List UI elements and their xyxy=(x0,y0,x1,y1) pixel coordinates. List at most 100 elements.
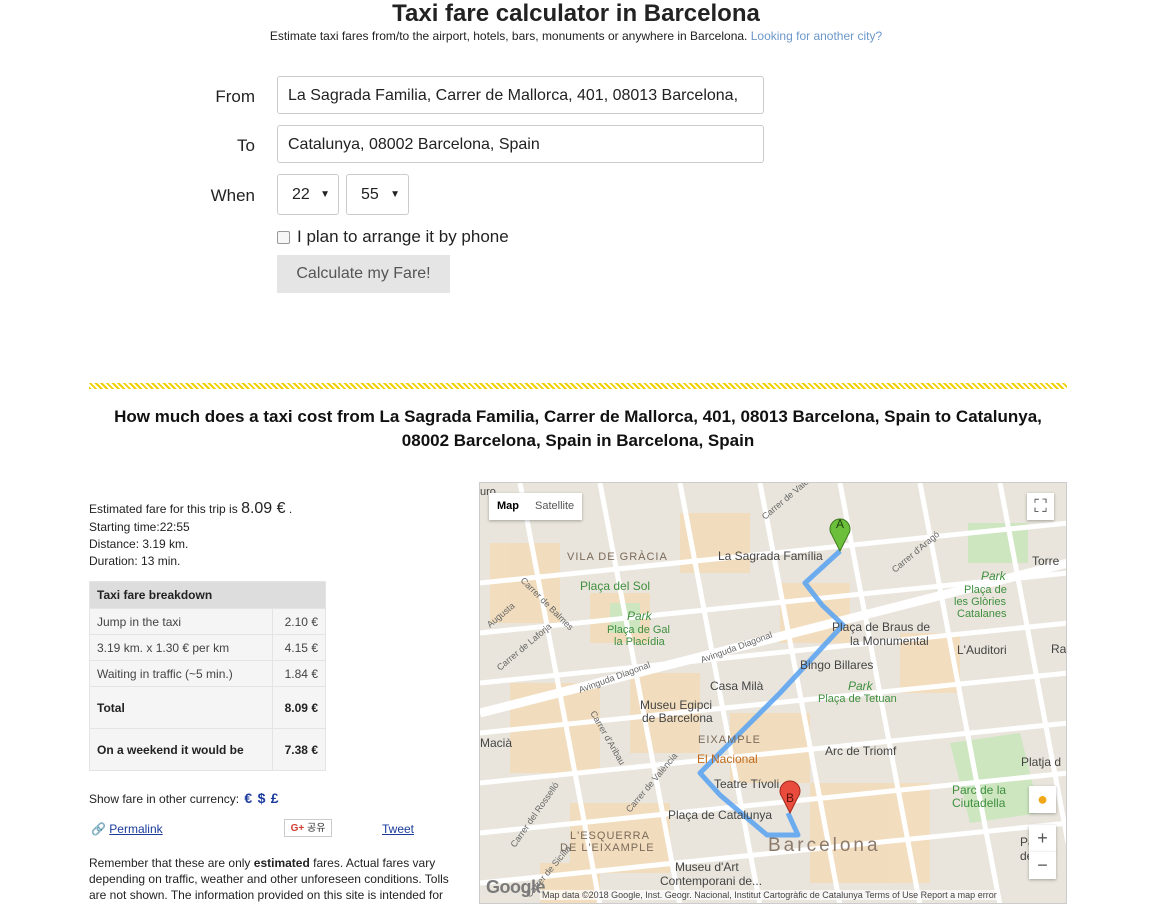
weekend-value: 7.38 € xyxy=(272,728,326,771)
map-label: Museu d'Art xyxy=(675,860,739,874)
total-value: 8.09 € xyxy=(272,686,326,729)
permalink-link[interactable]: Permalink xyxy=(109,822,162,836)
map-label: Parc de la xyxy=(952,783,1006,797)
map-label: les Glòries xyxy=(954,596,1006,608)
svg-text:A: A xyxy=(836,517,844,531)
map-type-control: Map Satellite xyxy=(489,493,583,520)
satellite-tab[interactable]: Satellite xyxy=(527,493,582,520)
from-label: From xyxy=(215,87,255,106)
row-value: 4.15 € xyxy=(272,634,326,661)
fullscreen-icon[interactable]: ⛶ xyxy=(1027,493,1054,520)
page-title: Taxi fare calculator in Barcelona xyxy=(392,0,760,27)
disclaimer: Remember that these are only estimated f… xyxy=(89,855,461,903)
disclaimer-text: Remember that these are only xyxy=(89,856,251,870)
currency-pound-link[interactable]: £ xyxy=(271,790,279,806)
weekend-label: On a weekend it would be xyxy=(89,728,273,771)
map-label: Casa Milà xyxy=(710,679,764,693)
table-row: Total 8.09 € xyxy=(89,686,326,729)
map-tab[interactable]: Map xyxy=(489,493,527,520)
map-label: Platja d xyxy=(1021,755,1061,769)
map-label: Park xyxy=(627,609,653,623)
map-label: DE L'EIXAMPLE xyxy=(560,842,655,854)
phone-option[interactable]: I plan to arrange it by phone xyxy=(277,227,509,247)
phone-checkbox[interactable] xyxy=(277,231,290,245)
chevron-down-icon: ▼ xyxy=(390,189,400,200)
map-attribution: Map data ©2018 Google, Inst. Geogr. Naci… xyxy=(540,890,999,900)
hour-select[interactable]: 22 ▼ xyxy=(277,174,339,215)
distance: Distance: 3.19 km. xyxy=(89,537,189,551)
divider xyxy=(89,383,1067,389)
link-icon: 🔗 xyxy=(91,822,106,836)
duration: Duration: 13 min. xyxy=(89,554,181,568)
start-time: Starting time:22:55 xyxy=(89,520,190,534)
to-label: To xyxy=(237,136,255,155)
map-label: Torre xyxy=(1032,554,1060,568)
subtitle-text: Estimate taxi fares from/to the airport,… xyxy=(269,29,748,43)
row-label: 3.19 km. x 1.30 € per km xyxy=(89,634,273,661)
zoom-in-icon[interactable]: + xyxy=(1029,825,1056,852)
currency-switcher: Show fare in other currency: € $ £ xyxy=(89,790,279,806)
map-label: Arc de Triomf xyxy=(825,744,897,758)
row-label: Jump in the taxi xyxy=(89,608,273,635)
map-label: la Monumental xyxy=(850,634,929,648)
map-label: Plaça de xyxy=(964,584,1007,596)
map-label: Park xyxy=(981,569,1007,583)
map-label: Plaça de Catalunya xyxy=(668,808,772,822)
map-label: L'Auditori xyxy=(957,643,1007,657)
map-label: Plaça de Tetuan xyxy=(818,693,897,705)
table-row: Jump in the taxi 2.10 € xyxy=(89,608,326,635)
page-subtitle: Estimate taxi fares from/to the airport,… xyxy=(0,29,1152,43)
result-title: How much does a taxi cost from La Sagrad… xyxy=(114,407,1042,450)
map-label: Catalanes xyxy=(957,608,1007,620)
disclaimer-bold: estimated xyxy=(253,856,310,870)
map-label: Plaça de Gal xyxy=(607,624,670,636)
phone-checkbox-label: I plan to arrange it by phone xyxy=(297,227,509,246)
another-city-link[interactable]: Looking for another city? xyxy=(751,29,882,43)
table-row: 3.19 km. x 1.30 € per km 4.15 € xyxy=(89,634,326,661)
minute-value: 55 xyxy=(361,186,379,203)
zoom-out-icon[interactable]: − xyxy=(1029,852,1056,879)
chevron-down-icon: ▼ xyxy=(320,189,330,200)
map-label: L'ESQUERRA xyxy=(570,830,650,842)
calculate-fare-button[interactable]: Calculate my Fare! xyxy=(277,255,450,293)
fare-breakdown-table: Taxi fare breakdown Jump in the taxi 2.10… xyxy=(89,581,326,771)
route-map[interactable]: A B VILA DE GRÀCIA La Sagrada Família Pl… xyxy=(479,482,1067,904)
map-label: EIXAMPLE xyxy=(698,734,761,746)
map-label: Park xyxy=(848,679,874,693)
row-value: 1.84 € xyxy=(272,660,326,687)
google-share-label: 공유 xyxy=(307,823,326,834)
permalink[interactable]: 🔗 Permalink xyxy=(91,822,163,836)
currency-dollar-link[interactable]: $ xyxy=(258,790,266,806)
pegman-icon[interactable]: ● xyxy=(1029,786,1056,813)
google-plus-icon: G+ xyxy=(290,823,305,834)
fare-summary: Estimated fare for this trip is 8.09 € . xyxy=(89,500,292,518)
fare-value: 8.09 € xyxy=(241,500,286,517)
tweet-link[interactable]: Tweet xyxy=(382,822,414,836)
map-canvas[interactable]: A B VILA DE GRÀCIA La Sagrada Família Pl… xyxy=(480,483,1067,904)
row-label: Waiting in traffic (~5 min.) xyxy=(89,660,273,687)
map-label: Macià xyxy=(480,736,512,750)
map-label: Contemporani de... xyxy=(660,874,762,888)
map-label: de Barcelona xyxy=(642,711,713,725)
when-label: When xyxy=(210,186,255,205)
map-label: Plaça del Sol xyxy=(580,579,650,593)
from-input[interactable]: La Sagrada Familia, Carrer de Mallorca, … xyxy=(277,76,764,114)
google-share-button[interactable]: G+ 공유 xyxy=(284,819,332,837)
map-label: Teatre Tívoli xyxy=(714,777,779,791)
currency-euro-link[interactable]: € xyxy=(244,790,252,806)
map-label: Ra xyxy=(1051,642,1067,656)
fare-suffix: . xyxy=(288,502,293,516)
svg-text:B: B xyxy=(786,791,794,805)
hour-value: 22 xyxy=(292,186,310,203)
to-input[interactable]: Catalunya, 08002 Barcelona, Spain xyxy=(277,125,764,163)
map-label: la Placídia xyxy=(614,636,666,648)
map-label: Plaça de Braus de xyxy=(832,620,930,634)
map-label: Museu Egipci xyxy=(640,698,712,712)
google-logo: Google xyxy=(486,877,546,897)
currency-label: Show fare in other currency: xyxy=(89,792,240,806)
map-label: El Nacional xyxy=(697,752,758,766)
minute-select[interactable]: 55 ▼ xyxy=(346,174,409,215)
total-label: Total xyxy=(89,686,273,729)
map-label: La Sagrada Família xyxy=(718,549,823,563)
table-row: On a weekend it would be 7.38 € xyxy=(89,728,326,771)
